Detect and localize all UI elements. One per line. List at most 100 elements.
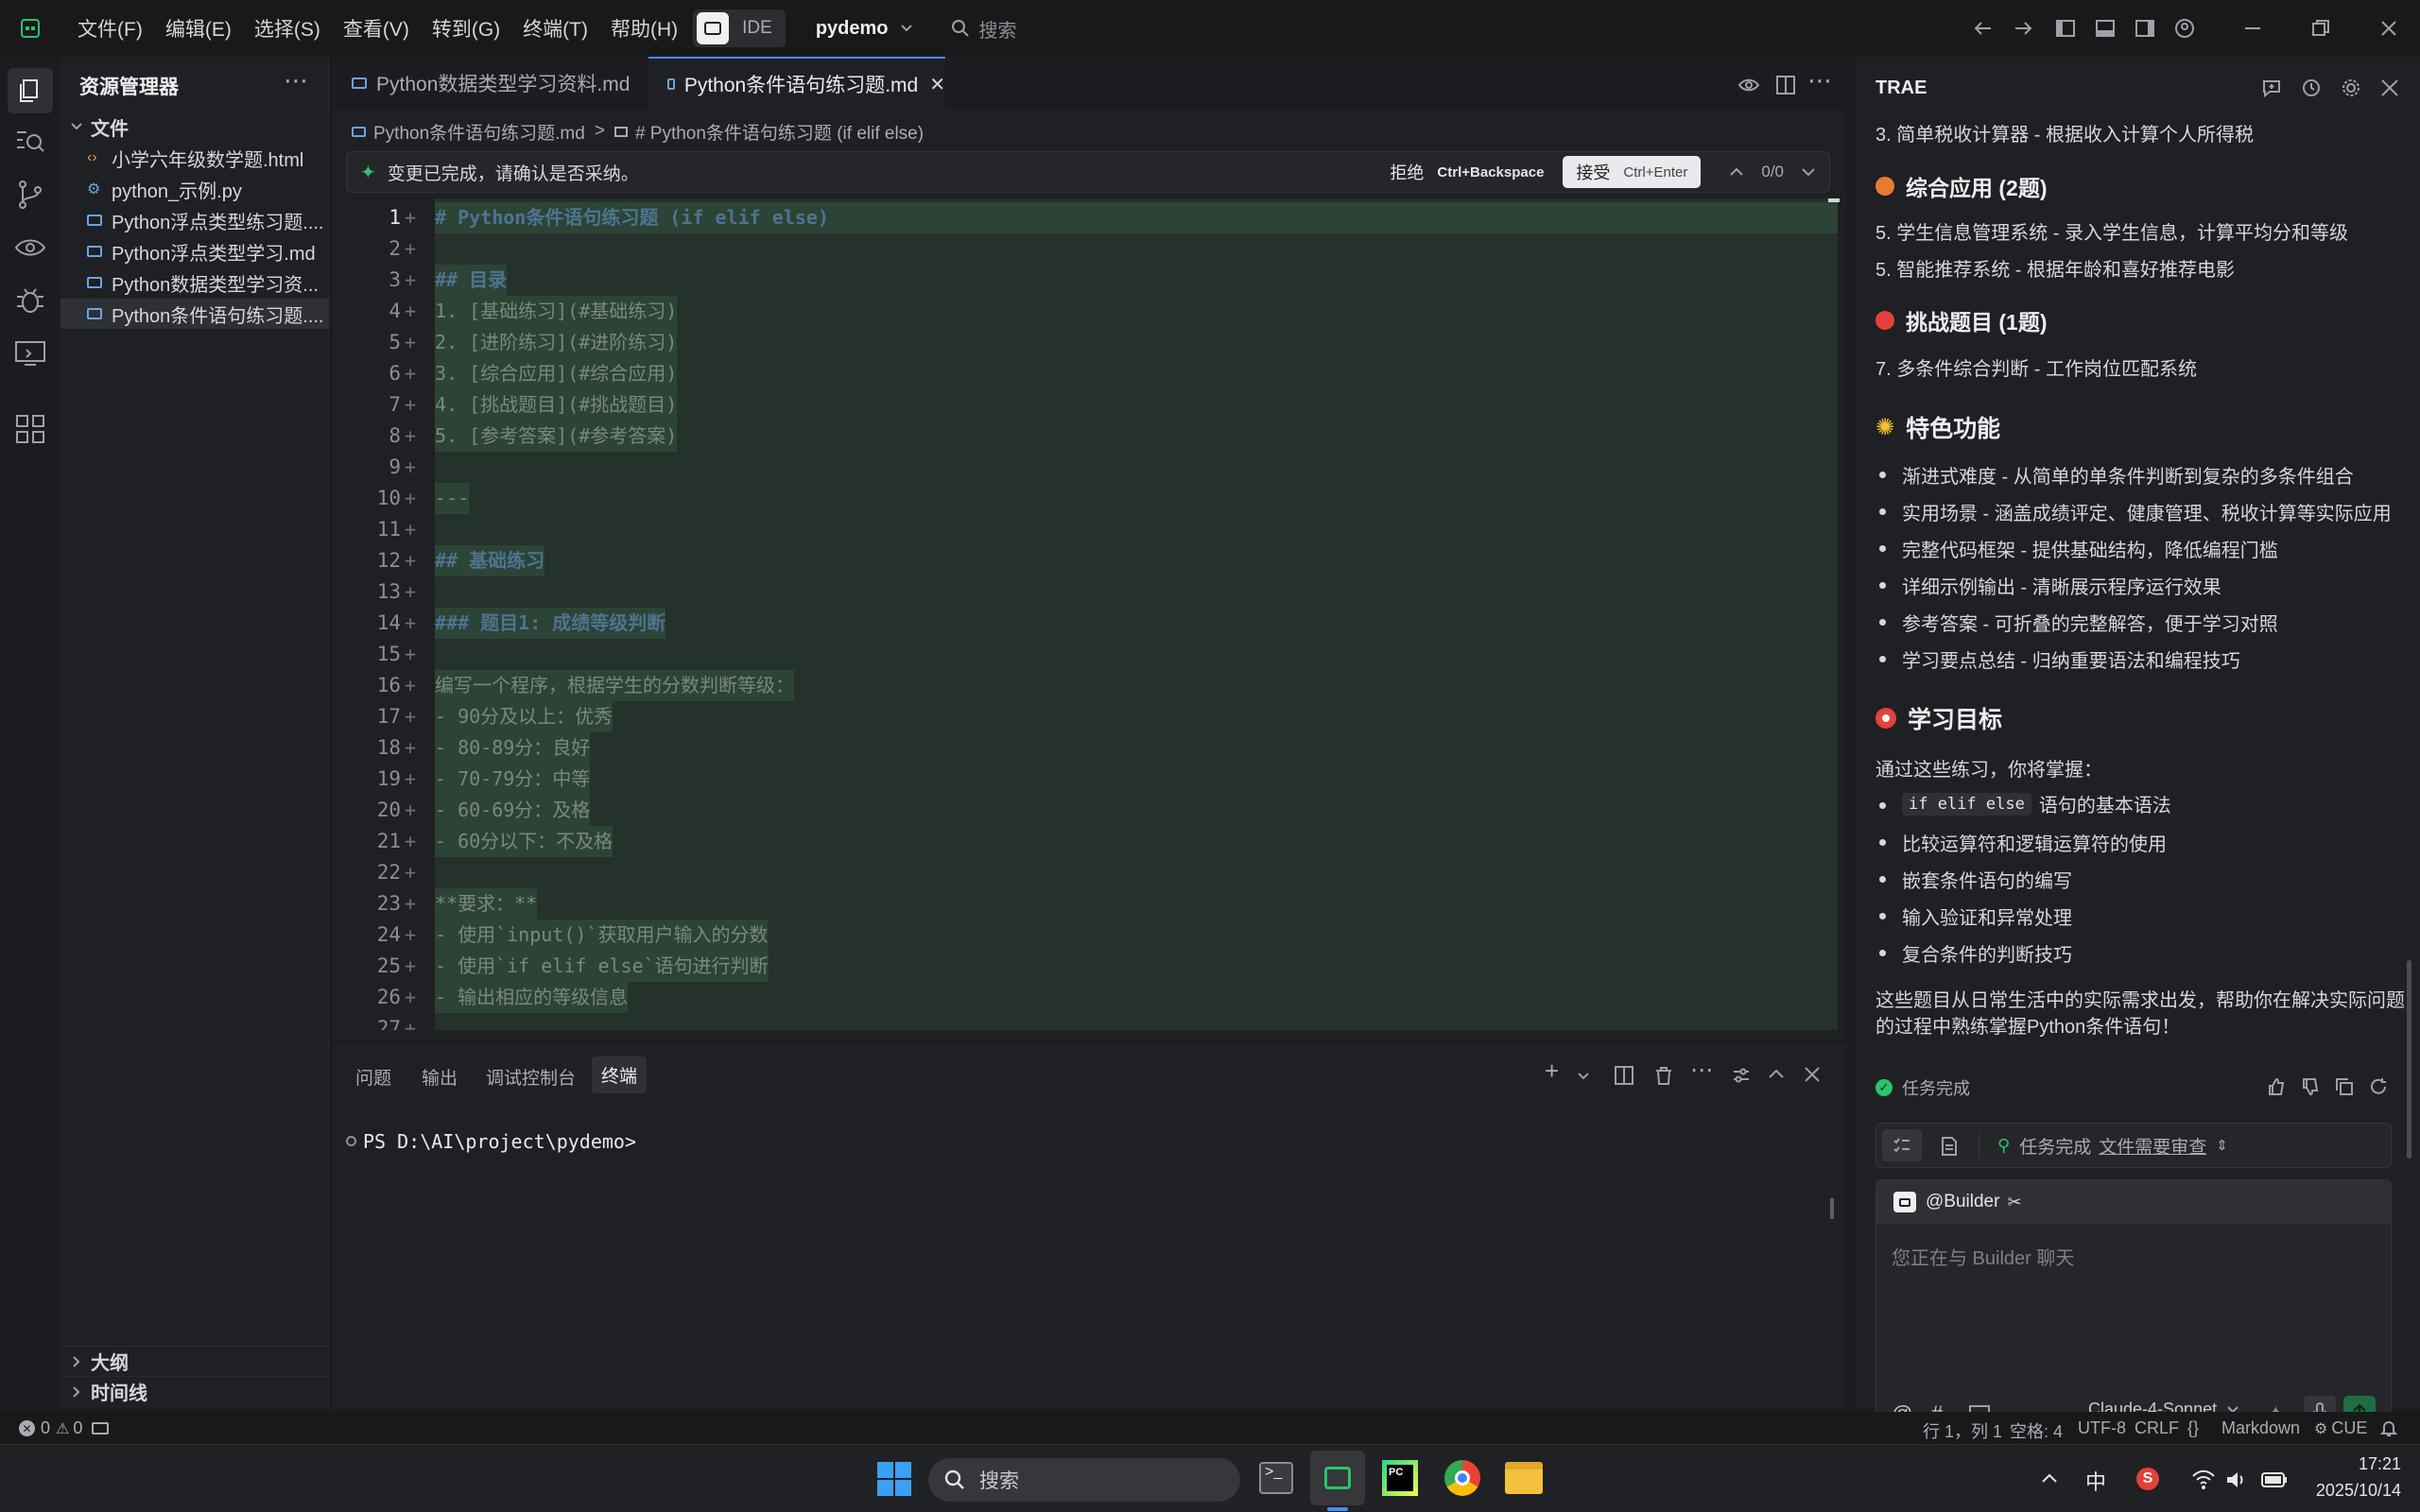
- assistant-scrollbar[interactable]: [2407, 960, 2411, 1159]
- close-tab-icon[interactable]: ✕: [929, 73, 945, 96]
- more-actions-icon[interactable]: ⋯: [1690, 1057, 1713, 1084]
- checklist-toggle[interactable]: [1882, 1129, 1922, 1161]
- ime-indicator[interactable]: 中: [2085, 1466, 2106, 1496]
- section-timeline-header[interactable]: 时间线: [60, 1376, 329, 1406]
- menu-terminal[interactable]: 终端(T): [523, 14, 588, 43]
- bell-icon[interactable]: [2380, 1419, 2397, 1436]
- thumbs-down-icon[interactable]: [2301, 1077, 2320, 1096]
- project-selector[interactable]: pydemo: [816, 18, 889, 40]
- remote-icon[interactable]: [13, 336, 47, 370]
- debug-icon[interactable]: [13, 284, 47, 318]
- terminal-app-icon[interactable]: >_: [1259, 1462, 1293, 1494]
- forward-arrow-icon[interactable]: [2012, 17, 2034, 40]
- split-editor-icon[interactable]: [1775, 75, 1796, 95]
- breadcrumb-heading[interactable]: # Python条件语句练习题 (if elif else): [635, 119, 924, 145]
- terminal-prompt[interactable]: PS D:\AI\project\pydemo>: [363, 1130, 636, 1153]
- code-editor[interactable]: 1 +2 +3 +4 +5 +6 +7 +8 +9 +10 +11 +12 +13 +14 +15 +16 +1…: [333, 198, 1845, 1030]
- reject-button[interactable]: 拒绝 Ctrl+Backspace: [1390, 160, 1544, 184]
- battery-icon[interactable]: [2261, 1471, 2288, 1488]
- close-window-icon[interactable]: [2378, 18, 2399, 39]
- scroll-thumb[interactable]: [1828, 198, 1840, 202]
- trae-app-icon[interactable]: [1310, 1451, 1365, 1505]
- split-terminal-icon[interactable]: [1615, 1066, 1634, 1085]
- start-button[interactable]: [877, 1462, 911, 1496]
- task-status-selector[interactable]: ⚲ 任务完成 文件需要审查 ⇕: [1997, 1124, 2228, 1167]
- wifi-icon[interactable]: [2191, 1469, 2216, 1490]
- tray-chevron-up-icon[interactable]: [2040, 1469, 2059, 1488]
- document-icon[interactable]: [1941, 1137, 1958, 1156]
- chevron-down-icon[interactable]: [1577, 1070, 1590, 1083]
- volume-icon[interactable]: [2225, 1469, 2248, 1490]
- panel-tab-terminal[interactable]: 终端: [592, 1057, 648, 1093]
- accept-button[interactable]: 接受 Ctrl+Enter: [1563, 156, 1702, 188]
- settings-sliders-icon[interactable]: [1732, 1066, 1751, 1085]
- file-item-py[interactable]: ⚙ python_示例.py: [60, 174, 329, 204]
- more-actions-icon[interactable]: ⋯: [284, 66, 308, 95]
- braces-icon[interactable]: {}: [2187, 1418, 2199, 1438]
- pycharm-app-icon[interactable]: PC: [1382, 1460, 1418, 1496]
- extensions-icon[interactable]: [13, 412, 47, 446]
- new-chat-icon[interactable]: [2261, 77, 2282, 98]
- chevron-down-icon[interactable]: [1801, 164, 1816, 180]
- toggle-secondary-sidebar-icon[interactable]: [2135, 18, 2155, 39]
- history-icon[interactable]: [2301, 77, 2322, 98]
- line-ending[interactable]: CRLF: [2135, 1418, 2179, 1438]
- problems-indicator[interactable]: ✕ 0 ⚠ 0: [19, 1418, 110, 1438]
- account-icon[interactable]: [2174, 18, 2195, 39]
- preview-eye-icon[interactable]: [1737, 74, 1760, 96]
- file-explorer-app-icon[interactable]: [1505, 1462, 1543, 1494]
- menu-go[interactable]: 转到(G): [432, 14, 500, 43]
- section-files-header[interactable]: 文件: [60, 112, 329, 142]
- tab-data-types[interactable]: Python数据类型学习资料.md: [333, 57, 645, 110]
- minimize-icon[interactable]: [2242, 18, 2263, 39]
- explorer-activity[interactable]: [8, 68, 53, 113]
- sogou-icon[interactable]: S: [2136, 1468, 2159, 1490]
- new-terminal-icon[interactable]: +: [1545, 1057, 1559, 1086]
- chevron-up-icon[interactable]: [1729, 164, 1744, 180]
- cursor-position[interactable]: 行 1，列 1: [1923, 1418, 2002, 1443]
- panel-tab-debug-console[interactable]: 调试控制台: [486, 1064, 576, 1090]
- terminal-scrollbar[interactable]: [1830, 1198, 1834, 1219]
- language-mode[interactable]: Markdown: [2221, 1418, 2300, 1438]
- indentation[interactable]: 空格: 4: [2010, 1418, 2063, 1443]
- builder-chip[interactable]: @Builder ✂: [1876, 1180, 2391, 1224]
- close-icon[interactable]: [2380, 78, 2399, 97]
- encoding[interactable]: UTF-8: [2078, 1418, 2126, 1438]
- gear-icon[interactable]: [2341, 77, 2361, 98]
- file-item-md-selected[interactable]: Python条件语句练习题....: [60, 299, 329, 329]
- back-arrow-icon[interactable]: [1972, 17, 1995, 40]
- maximize-panel-icon[interactable]: [1768, 1066, 1785, 1083]
- file-item-html[interactable]: ‹› 小学六年级数学题.html: [60, 143, 329, 173]
- search-activity-icon[interactable]: [13, 125, 47, 159]
- thumbs-up-icon[interactable]: [2267, 1077, 2286, 1096]
- clock-time[interactable]: 17:21: [2335, 1454, 2401, 1474]
- chat-input[interactable]: 您正在与 Builder 聊天: [1892, 1243, 2074, 1270]
- menu-help[interactable]: 帮助(H): [611, 14, 678, 43]
- menu-selection[interactable]: 选择(S): [254, 14, 320, 43]
- retry-icon[interactable]: [2369, 1077, 2388, 1096]
- tab-conditionals[interactable]: Python条件语句练习题.md ✕: [648, 57, 945, 110]
- menu-view[interactable]: 查看(V): [343, 14, 409, 43]
- more-actions-icon[interactable]: ⋯: [1807, 66, 1832, 95]
- menu-edit[interactable]: 编辑(E): [165, 14, 232, 43]
- cue-indicator[interactable]: ⚙ CUE: [2314, 1418, 2367, 1438]
- close-panel-icon[interactable]: [1804, 1066, 1821, 1083]
- source-control-icon[interactable]: [13, 178, 47, 212]
- file-item-md[interactable]: Python浮点类型学习.md: [60, 236, 329, 266]
- file-item-md[interactable]: Python数据类型学习资...: [60, 267, 329, 298]
- panel-tab-output[interactable]: 输出: [422, 1064, 458, 1090]
- toggle-panel-icon[interactable]: [2095, 18, 2116, 39]
- trash-icon[interactable]: [1654, 1066, 1673, 1085]
- restore-icon[interactable]: [2310, 18, 2331, 39]
- preview-eye-icon[interactable]: [13, 231, 47, 265]
- toggle-sidebar-icon[interactable]: [2055, 18, 2076, 39]
- panel-tab-problems[interactable]: 问题: [355, 1064, 391, 1090]
- taskbar-search[interactable]: 搜索: [928, 1458, 1240, 1502]
- search-input[interactable]: 搜索: [979, 15, 1017, 43]
- menu-file[interactable]: 文件(F): [78, 14, 143, 43]
- clock-date[interactable]: 2025/10/14: [2297, 1481, 2401, 1501]
- file-item-md[interactable]: Python浮点类型练习题....: [60, 205, 329, 235]
- ide-mode-toggle[interactable]: IDE: [693, 9, 786, 47]
- chrome-app-icon[interactable]: [1444, 1460, 1480, 1496]
- section-outline-header[interactable]: 大纲: [60, 1346, 329, 1376]
